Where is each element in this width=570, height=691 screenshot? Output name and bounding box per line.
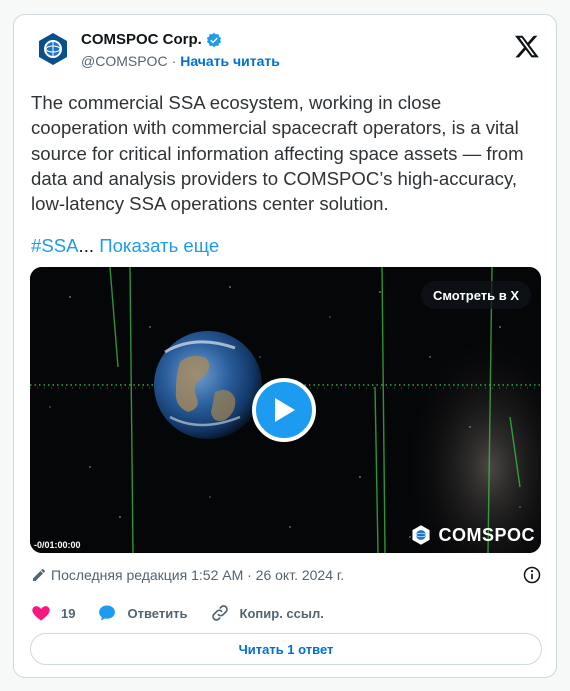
video-player[interactable]: Смотреть в X -0/01:00:00 COMSPOC [30,267,541,553]
hashtag-link[interactable]: #SSA [31,235,79,256]
author-handle-row: @COMSPOC · Начать читать [81,53,280,69]
tweet-card: COMSPOC Corp. @COMSPOC · Начать читать T… [13,14,557,678]
comspoc-logo-icon [39,33,67,65]
author-handle[interactable]: @COMSPOC [81,53,168,69]
x-logo-icon[interactable] [514,33,540,59]
link-icon [211,605,228,621]
reply-label: Ответить [127,605,188,621]
info-icon[interactable] [522,565,542,585]
video-brand-watermark: COMSPOC [410,523,535,547]
play-icon [275,398,295,422]
tweet-more-row: #SSA... Показать еще [31,233,219,258]
author-name-row: COMSPOC Corp. [81,31,222,48]
verified-badge-icon [206,32,221,47]
action-bar: 19 Ответить Копир. ссыл. [31,602,542,624]
ellipsis: ... [78,235,95,256]
tweet-meta: Последняя редакция 1:52 AM · 26 окт. 202… [31,565,542,585]
heart-icon [32,606,50,621]
separator-dot: · [171,53,177,69]
tweet-header: COMSPOC Corp. @COMSPOC · Начать читать [35,31,542,71]
copy-link-action[interactable]: Копир. ссыл. [210,603,324,623]
author-name[interactable]: COMSPOC Corp. [81,31,202,48]
show-more-link[interactable]: Показать еще [99,235,219,256]
like-action[interactable]: 19 [31,603,75,623]
edited-timestamp[interactable]: Последняя редакция 1:52 AM · 26 окт. 202… [51,567,344,583]
reply-bubble-icon [99,605,116,621]
brand-name: COMSPOC [438,524,535,545]
watch-on-x-button[interactable]: Смотреть в X [420,281,531,309]
follow-link[interactable]: Начать читать [180,53,280,69]
read-replies-button[interactable]: Читать 1 ответ [30,633,542,665]
comspoc-watermark-icon [412,525,431,545]
copy-link-label: Копир. ссыл. [239,605,324,621]
like-count: 19 [61,605,76,621]
pencil-icon [33,569,45,581]
video-timecode: -0/01:00:00 [34,540,81,550]
reply-action[interactable]: Ответить [97,603,188,623]
avatar[interactable] [35,31,71,67]
tweet-text: The commercial SSA ecosystem, working in… [31,92,524,215]
play-button[interactable] [252,378,316,442]
